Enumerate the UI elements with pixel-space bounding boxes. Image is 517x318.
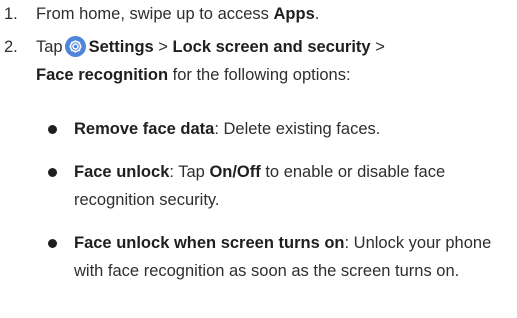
step-text-suffix: . [314,5,320,23]
list-item: Face unlock when screen turns on: Unlock… [48,229,513,285]
option-title: Remove face data [74,120,215,138]
step-2: 2. Tap Settings > Lock screen and securit… [4,33,509,89]
lock-screen-label: Lock screen and security [172,38,371,56]
settings-label: Settings [88,38,154,56]
apps-label: Apps [273,5,315,23]
option-description: : Delete existing faces. [214,120,381,138]
separator: > [370,38,385,56]
option-title: Face unlock [74,163,170,181]
separator: > [153,38,173,56]
step-1: 1. From home, swipe up to access Apps. [4,0,509,28]
step-text-prefix: From home, swipe up to access [36,5,274,23]
step-number: 1. [4,5,18,23]
settings-gear-icon [64,36,86,57]
step-text: Tap Settings > Lock screen and security >… [36,33,509,89]
list-item: Face unlock: Tap On/Off to enable or dis… [48,158,513,214]
option-title: Face unlock when screen turns on [74,234,345,252]
bullet-icon [48,125,57,134]
step-number: 2. [4,38,18,56]
on-off-label: On/Off [209,163,261,181]
step-text: From home, swipe up to access Apps. [36,0,509,28]
option-description: : Tap [169,163,210,181]
options-list: Remove face data: Delete existing faces.… [48,115,513,300]
list-item: Remove face data: Delete existing faces. [48,115,513,143]
bullet-icon [48,168,57,177]
step-text-rest: for the following options: [168,66,351,84]
instructions-document: 1. From home, swipe up to access Apps. 2… [0,0,517,318]
tap-text: Tap [36,38,63,56]
bullet-icon [48,239,57,248]
face-recognition-label: Face recognition [36,66,169,84]
